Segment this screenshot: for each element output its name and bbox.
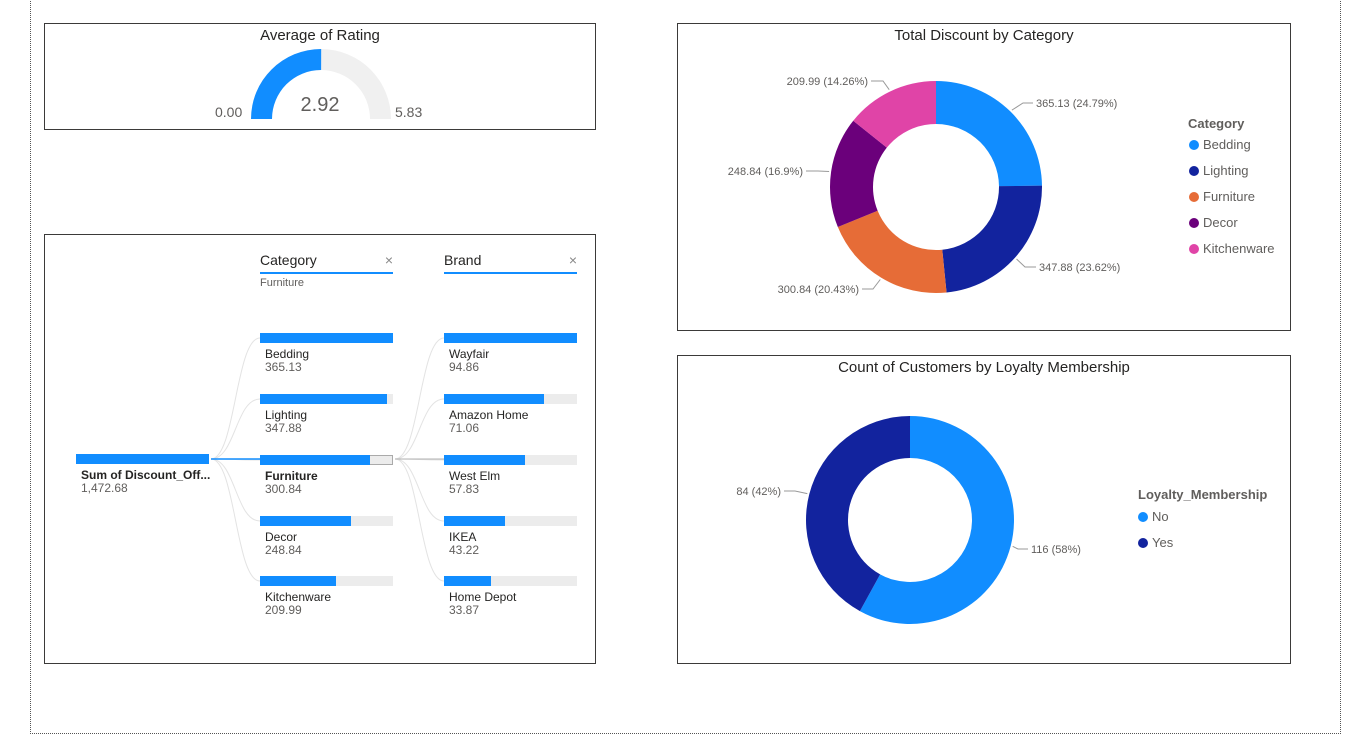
category-label: Bedding [265, 347, 310, 361]
brand-bar [444, 516, 505, 526]
category-label: Kitchenware [265, 590, 332, 604]
category-label: Furniture [265, 469, 318, 483]
category-header-label: Category [260, 252, 317, 268]
legend-item-no[interactable]: No [1138, 509, 1169, 524]
legend-marker-icon [1189, 165, 1199, 176]
legend-item-kitchenware[interactable]: Kitchenware [1189, 241, 1275, 256]
legend-item-furniture[interactable]: Furniture [1189, 189, 1255, 204]
brand-bar [444, 455, 526, 465]
donut-slice-bedding[interactable] [936, 81, 1042, 187]
legend-marker-icon [1189, 139, 1199, 150]
close-icon[interactable]: × [385, 252, 393, 268]
category-bar [260, 576, 337, 586]
tree-connector [394, 398, 445, 460]
brand-label: Amazon Home [449, 408, 529, 422]
legend-item-yes[interactable]: Yes [1138, 535, 1173, 550]
brand-bar [444, 394, 544, 404]
category-bar [260, 516, 351, 526]
legend-label: Bedding [1203, 137, 1251, 152]
data-label-leader [862, 279, 881, 290]
gauge-value-label: 2.92 [300, 94, 340, 116]
brand-label: Wayfair [449, 347, 490, 361]
brand-header-label: Brand [444, 252, 482, 268]
legend-label: Yes [1152, 535, 1174, 550]
brand-value: 71.06 [449, 421, 480, 435]
gauge-max-label: 5.83 [395, 104, 423, 120]
category-selected-label: Furniture [260, 277, 305, 289]
category-bar [260, 333, 393, 343]
brand-value: 33.87 [449, 603, 480, 617]
brand-bar [444, 333, 577, 343]
legend-label: No [1152, 509, 1169, 524]
data-label: 365.13 (24.79%) [1036, 98, 1117, 110]
brand-value: 43.22 [449, 543, 480, 557]
brand-level-header[interactable]: Brand × [444, 252, 577, 274]
data-label-leader [1016, 258, 1036, 268]
donut-slice-lighting[interactable] [942, 185, 1042, 293]
data-label: 347.88 (23.62%) [1039, 262, 1120, 274]
category-value: 209.99 [265, 603, 302, 617]
legend-marker-icon [1189, 217, 1199, 228]
brand-label: Home Depot [449, 590, 517, 604]
legend-label: Lighting [1203, 163, 1249, 178]
gauge-min-label: 0.00 [215, 104, 243, 120]
tree-connector [210, 337, 261, 460]
loyalty-donut-visual[interactable]: Count of Customers by Loyalty Membership… [677, 355, 1291, 664]
data-label-leader [871, 80, 890, 90]
legend-marker-icon [1189, 191, 1199, 202]
data-label: 300.84 (20.43%) [778, 284, 859, 296]
category-donut-visual[interactable]: Total Discount by Category 365.13 (24.79… [677, 23, 1291, 331]
donut-slice-furniture[interactable] [837, 210, 947, 293]
category-label: Decor [265, 530, 298, 544]
root-value: 1,472.68 [81, 481, 128, 495]
decomposition-tree-visual[interactable]: Category × Furniture Brand × Sum of Disc… [44, 234, 596, 664]
brand-value: 57.83 [449, 482, 480, 496]
loyalty-legend-title: Loyalty_Membership [1138, 487, 1268, 502]
brand-bar [444, 576, 492, 586]
data-label: 116 (58%) [1031, 544, 1081, 556]
tree-connector [394, 337, 445, 460]
tree-connector [210, 398, 261, 460]
legend-marker-icon [1138, 537, 1148, 548]
tree-connector [394, 458, 445, 522]
category-legend-title: Category [1188, 116, 1245, 131]
loyalty-donut-chart: 116 (58%) 84 (42%) [736, 416, 1081, 624]
legend-item-lighting[interactable]: Lighting [1189, 163, 1249, 178]
data-label: 209.99 (14.26%) [787, 76, 868, 88]
category-bar [260, 394, 387, 404]
tree-connector [210, 458, 261, 522]
data-label-leader [784, 490, 808, 495]
legend-item-bedding[interactable]: Bedding [1189, 137, 1251, 152]
category-bar [260, 455, 370, 465]
tree-connector [394, 458, 445, 582]
tree-connector [210, 458, 261, 582]
legend-label: Furniture [1203, 189, 1256, 204]
category-value: 248.84 [265, 543, 302, 557]
data-label: 84 (42%) [736, 486, 781, 498]
brand-label: IKEA [449, 530, 477, 544]
category-value: 347.88 [265, 421, 302, 435]
brand-label: West Elm [449, 469, 501, 483]
category-donut-chart: 365.13 (24.79%) 347.88 (23.62%) 300.84 (20… [728, 76, 1121, 296]
category-value: 365.13 [265, 360, 302, 374]
legend-marker-icon [1189, 243, 1199, 254]
legend-label: Kitchenware [1203, 241, 1275, 256]
category-level-header[interactable]: Category × [260, 252, 393, 274]
legend-label: Decor [1203, 215, 1238, 230]
data-label: 248.84 (16.9%) [728, 166, 803, 178]
category-label: Lighting [265, 408, 308, 422]
data-label-leader [1012, 545, 1028, 550]
brand-value: 94.86 [449, 360, 480, 374]
legend-marker-icon [1138, 511, 1148, 522]
root-label: Sum of Discount_Off... [81, 468, 211, 482]
gauge-visual[interactable]: Average of Rating 0.00 5.83 2.92 [44, 23, 596, 130]
data-label-leader [1011, 102, 1033, 111]
close-icon[interactable]: × [569, 252, 577, 268]
legend-item-decor[interactable]: Decor [1189, 215, 1238, 230]
category-value: 300.84 [265, 482, 302, 496]
